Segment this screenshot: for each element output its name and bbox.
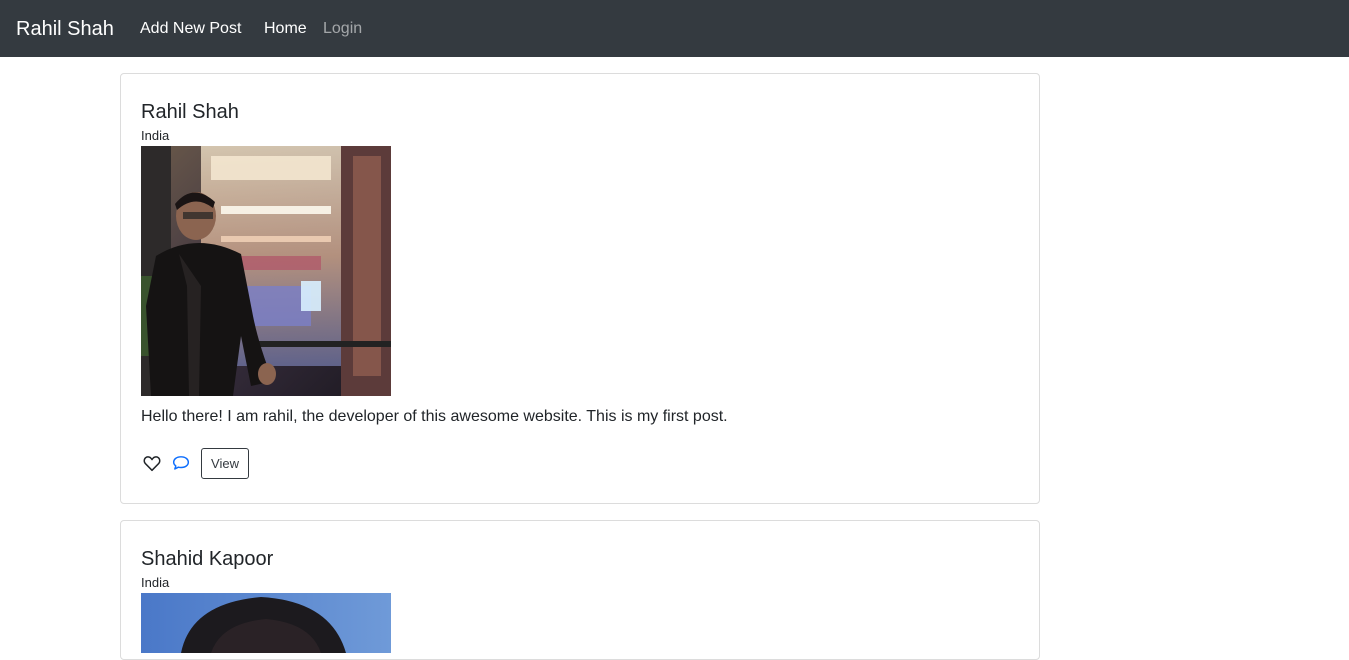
post-image — [141, 593, 391, 653]
post-author: Rahil Shah — [141, 101, 239, 123]
post-author: Shahid Kapoor — [141, 548, 274, 570]
nav-login[interactable]: Login — [323, 19, 362, 39]
comment-icon[interactable] — [172, 454, 192, 474]
post-card: Rahil Shah India Hello there! I am rahil… — [120, 73, 1040, 504]
post-photo-illustration — [141, 146, 391, 396]
post-photo-illustration — [141, 593, 391, 653]
nav-add-new-post[interactable]: Add New Post — [140, 19, 241, 39]
post-country: India — [141, 128, 170, 143]
nav-home[interactable]: Home — [264, 19, 307, 39]
post-card: Shahid Kapoor India — [120, 520, 1040, 660]
post-caption: Hello there! I am rahil, the developer o… — [141, 408, 728, 425]
post-image — [141, 146, 391, 396]
navbar-brand[interactable]: Rahil Shah — [16, 16, 114, 42]
top-navbar: Rahil Shah Add New Post Home Login — [0, 0, 1349, 57]
heart-icon[interactable] — [143, 454, 163, 474]
post-country: India — [141, 575, 170, 590]
view-post-button[interactable]: View — [201, 448, 249, 479]
